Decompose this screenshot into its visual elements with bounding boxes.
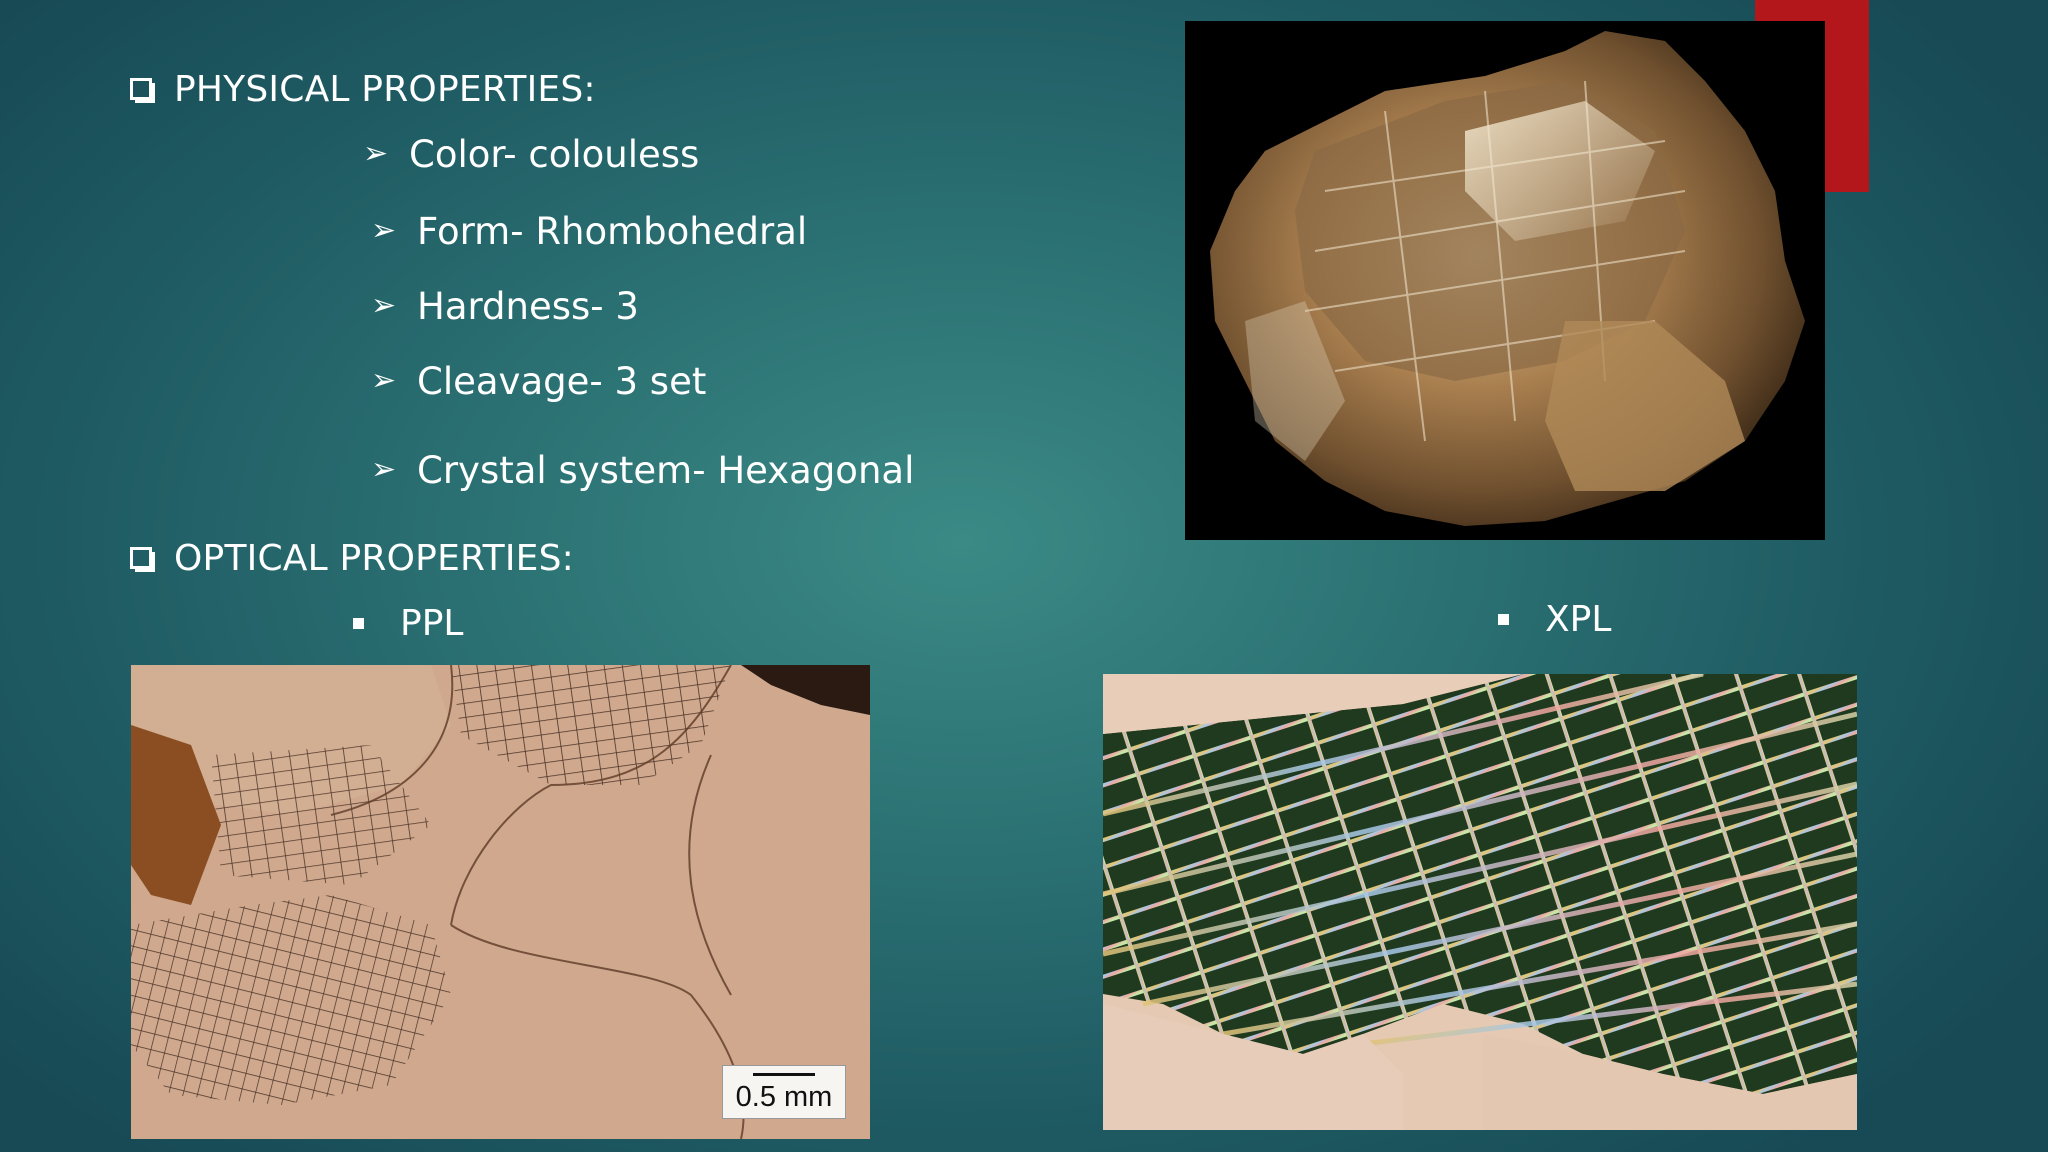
- arrowhead-icon: ➢: [371, 213, 397, 248]
- property-text: Color- colouless: [409, 132, 700, 176]
- xpl-thin-section-image: [1103, 674, 1857, 1130]
- ppl-thin-section-photo: 0.5 mm: [131, 665, 870, 1139]
- arrowhead-icon: ➢: [371, 452, 397, 487]
- ppl-label-text: PPL: [400, 602, 464, 644]
- arrowhead-icon: ➢: [371, 363, 397, 398]
- optical-properties-heading: OPTICAL PROPERTIES:: [128, 534, 574, 582]
- calcite-specimen-photo: [1185, 21, 1825, 540]
- checkbox-square-icon: [130, 78, 152, 100]
- xpl-label-text: XPL: [1545, 598, 1612, 640]
- property-item-hardness: ➢ Hardness- 3: [371, 282, 639, 330]
- ppl-label: PPL: [353, 599, 463, 647]
- property-text: Cleavage- 3 set: [417, 359, 707, 403]
- physical-properties-title: PHYSICAL PROPERTIES:: [174, 68, 596, 110]
- optical-properties-title: OPTICAL PROPERTIES:: [174, 537, 574, 579]
- square-bullet-icon: [1498, 613, 1509, 625]
- property-text: Form- Rhombohedral: [417, 209, 808, 253]
- property-text: Hardness- 3: [417, 284, 639, 328]
- physical-properties-heading: PHYSICAL PROPERTIES:: [128, 65, 596, 113]
- checkbox-square-icon: [130, 547, 152, 569]
- property-item-cleavage: ➢ Cleavage- 3 set: [371, 357, 706, 405]
- square-bullet-icon: [353, 617, 364, 629]
- scale-bar-label: 0.5 mm: [735, 1081, 833, 1113]
- calcite-specimen-image: [1185, 21, 1825, 540]
- property-item-form: ➢ Form- Rhombohedral: [371, 207, 807, 255]
- xpl-thin-section-photo: [1103, 674, 1857, 1130]
- property-item-color: ➢ Color- colouless: [363, 130, 699, 178]
- property-item-crystal-system: ➢ Crystal system- Hexagonal: [371, 446, 914, 494]
- scale-bar: 0.5 mm: [722, 1065, 846, 1119]
- scale-bar-line: [753, 1073, 815, 1076]
- xpl-label: XPL: [1498, 595, 1611, 643]
- arrowhead-icon: ➢: [363, 136, 389, 171]
- arrowhead-icon: ➢: [371, 288, 397, 323]
- property-text: Crystal system- Hexagonal: [417, 448, 915, 492]
